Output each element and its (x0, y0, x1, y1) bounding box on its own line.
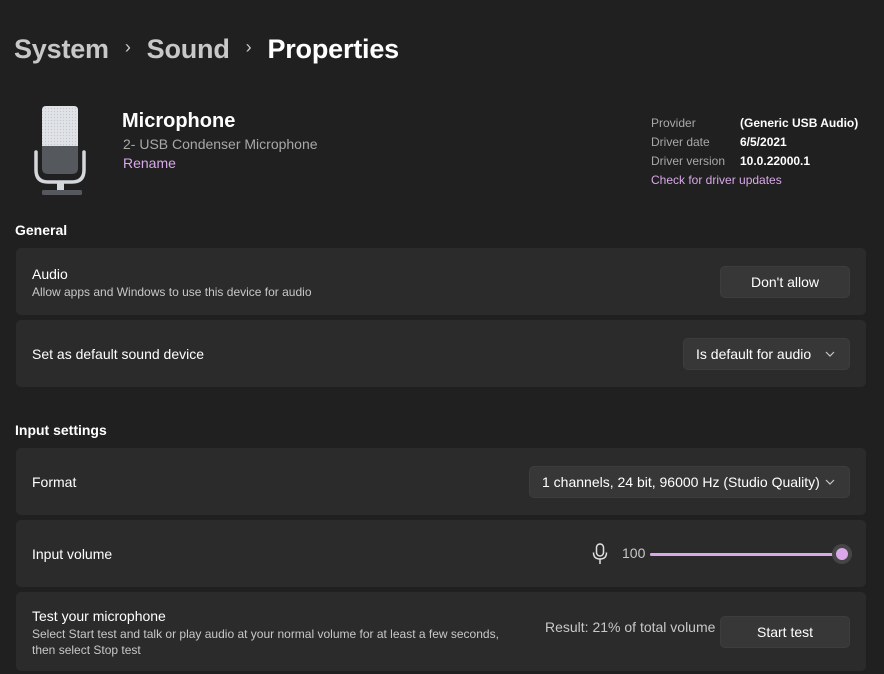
test-microphone-description-line2: then select Stop test (32, 643, 141, 657)
audio-description: Allow apps and Windows to use this devic… (32, 285, 312, 299)
audio-card: Audio Allow apps and Windows to use this… (16, 248, 866, 315)
audio-title: Audio (32, 266, 68, 282)
start-test-button[interactable]: Start test (720, 616, 850, 648)
driver-provider-row: Provider (Generic USB Audio) (651, 113, 858, 132)
test-microphone-description-line1: Select Start test and talk or play audio… (32, 627, 499, 641)
driver-version-value: 10.0.22000.1 (740, 153, 811, 168)
slider-fill (650, 553, 842, 556)
microphone-device-icon (34, 106, 86, 195)
driver-date-value: 6/5/2021 (740, 134, 787, 149)
rename-link[interactable]: Rename (123, 155, 176, 171)
chevron-right-icon: › (124, 37, 131, 57)
sound-properties-page: System › Sound › Properties Microphone 2… (0, 0, 884, 674)
driver-version-row: Driver version 10.0.22000.1 (651, 151, 858, 170)
format-card: Format 1 channels, 24 bit, 96000 Hz (Stu… (16, 448, 866, 515)
breadcrumb: System › Sound › Properties (14, 34, 399, 65)
format-selected: 1 channels, 24 bit, 96000 Hz (Studio Qua… (542, 474, 820, 490)
slider-thumb[interactable] (832, 544, 852, 564)
default-device-card: Set as default sound device Is default f… (16, 320, 866, 387)
microphone-icon (592, 543, 608, 564)
test-microphone-title: Test your microphone (32, 608, 166, 624)
general-section-title: General (15, 222, 68, 238)
provider-value: (Generic USB Audio) (740, 115, 859, 130)
breadcrumb-system[interactable]: System (14, 34, 109, 65)
input-volume-slider[interactable] (650, 544, 852, 564)
check-driver-updates-link[interactable]: Check for driver updates (651, 170, 858, 189)
slider-thumb-inner (836, 548, 848, 560)
driver-info: Provider (Generic USB Audio) Driver date… (651, 113, 858, 189)
input-volume-value: 100 (622, 545, 646, 561)
test-microphone-card: Test your microphone Select Start test a… (16, 592, 866, 671)
provider-label: Provider (651, 115, 696, 130)
driver-date-row: Driver date 6/5/2021 (651, 132, 858, 151)
dont-allow-button[interactable]: Don't allow (720, 266, 850, 298)
input-settings-section-title: Input settings (15, 422, 107, 438)
format-dropdown[interactable]: 1 channels, 24 bit, 96000 Hz (Studio Qua… (529, 466, 850, 498)
default-device-dropdown[interactable]: Is default for audio (683, 338, 850, 370)
page-title: Properties (267, 34, 399, 64)
chevron-down-icon (825, 479, 835, 485)
format-title: Format (32, 474, 77, 490)
default-device-selected: Is default for audio (696, 346, 812, 362)
device-model: 2- USB Condenser Microphone (123, 136, 318, 152)
device-name: Microphone (122, 110, 236, 132)
test-result: Result: 21% of total volume (545, 619, 716, 635)
driver-date-label: Driver date (651, 134, 710, 149)
chevron-down-icon (825, 351, 835, 357)
input-volume-title: Input volume (32, 546, 113, 562)
breadcrumb-sound[interactable]: Sound (147, 34, 230, 65)
chevron-right-icon: › (245, 37, 252, 57)
driver-version-label: Driver version (651, 153, 726, 168)
default-device-title: Set as default sound device (32, 346, 205, 362)
